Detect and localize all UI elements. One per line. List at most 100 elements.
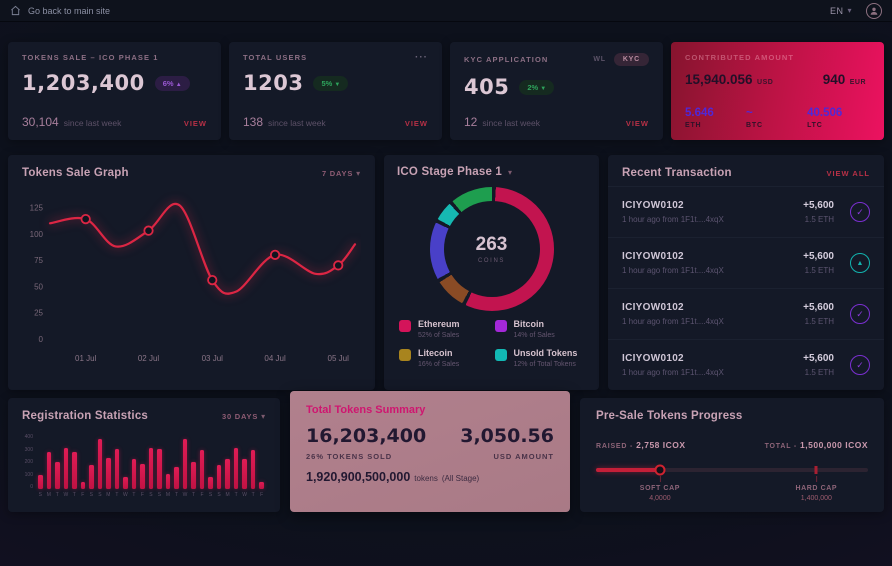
legend-swatch [495, 320, 507, 332]
progress-slider-handle[interactable] [654, 465, 665, 476]
user-icon [869, 6, 879, 16]
bar-slot: S [206, 430, 215, 498]
delta-value: 12 [464, 115, 477, 129]
bar-day-label: F [141, 492, 144, 498]
panel-title: Total Tokens Summary [306, 404, 554, 416]
chevron-down-icon[interactable]: ▾ [508, 168, 512, 177]
bar-slot: T [232, 430, 241, 498]
svg-text:75: 75 [34, 256, 43, 265]
bar-day-label: T [132, 492, 135, 498]
coin-unit: BTC [746, 122, 807, 129]
range-dropdown[interactable]: 7 DAYS ▾ [322, 169, 361, 178]
bar [89, 465, 94, 489]
card-title: TOKENS SALE – ICO PHASE 1 [22, 53, 159, 62]
legend-desc: 16% of Sales [418, 361, 459, 368]
wl-toggle[interactable]: WL [593, 56, 605, 63]
bottom-row: Registration Statistics 30 DAYS ▾ 010020… [8, 398, 884, 512]
transaction-row[interactable]: ICIYOW0102 1 hour ago from 1F1t....4xqX … [608, 186, 884, 237]
bar-slot: T [113, 430, 122, 498]
usd-unit: USD [757, 79, 773, 86]
soft-cap-label: SOFT CAP [640, 485, 680, 492]
total-value: 1,500,000 ICOX [800, 440, 868, 450]
bar-day-label: T [235, 492, 238, 498]
tokens-sale-value: 1,203,400 [22, 71, 145, 95]
coin-value: 5.646 [685, 107, 746, 119]
view-button[interactable]: VIEW [405, 119, 428, 128]
bar [234, 448, 239, 489]
soft-cap-stem [659, 476, 660, 482]
transaction-eth-amount: 1.5 ETH [803, 266, 834, 275]
bar-axis-tick: 300 [25, 447, 33, 453]
coin-amounts-row: 5.646ETH~BTC40.506LTC [685, 107, 870, 129]
check-circle-icon: ✓ [850, 202, 870, 222]
total-users-card: TOTAL USERS ··· 1203 5% ▼ 138 since last… [229, 42, 442, 140]
coin-amount: 5.646ETH [685, 107, 746, 129]
tokens-sold-value: 16,203,400 [306, 425, 426, 447]
bar [166, 474, 171, 489]
panel-title: ICO Stage Phase 1 [397, 166, 502, 178]
view-all-button[interactable]: VIEW ALL [826, 169, 870, 178]
chevron-down-icon: ▾ [847, 6, 852, 15]
tokens-sale-graph-panel: Tokens Sale Graph 7 DAYS ▾ 0255075100125… [8, 155, 375, 390]
transaction-row[interactable]: ICIYOW0102 1 hour ago from 1F1t....4xqX … [608, 288, 884, 339]
legend-desc: 14% of Sales [514, 332, 555, 339]
total-tokens-value: 1,920,900,500,000 [306, 470, 410, 484]
transaction-eth-amount: 1.5 ETH [803, 215, 834, 224]
delta-value: 138 [243, 115, 263, 129]
bar-day-label: M [166, 492, 170, 498]
tokens-sold-label: 26% TOKENS SOLD [306, 452, 426, 461]
svg-text:05 Jul: 05 Jul [328, 354, 350, 363]
card-title: TOTAL USERS [243, 53, 307, 62]
bar-slot: T [189, 430, 198, 498]
back-to-main-site-link[interactable]: Go back to main site [10, 5, 110, 16]
bar [115, 449, 120, 489]
bar-slot: S [87, 430, 96, 498]
bar-day-label: T [175, 492, 178, 498]
view-button[interactable]: VIEW [184, 119, 207, 128]
progress-fill [596, 468, 660, 472]
bar-slot: W [181, 430, 190, 498]
kyc-toggle[interactable]: KYC [614, 53, 649, 66]
bar-day-label: S [217, 492, 220, 498]
hard-cap-marker [815, 466, 818, 474]
bar [55, 462, 60, 490]
range-dropdown[interactable]: 30 DAYS ▾ [222, 412, 266, 421]
user-avatar[interactable] [866, 3, 882, 19]
transaction-row[interactable]: ICIYOW0102 1 hour ago from 1F1t....4xqX … [608, 339, 884, 390]
total-tokens-summary-panel: Total Tokens Summary 16,203,400 26% TOKE… [290, 391, 570, 512]
total-tokens-note: (All Stage) [442, 474, 479, 483]
bar-day-label: M [226, 492, 230, 498]
bar [225, 459, 230, 489]
bar [38, 475, 43, 489]
delta-label: since last week [268, 118, 326, 128]
home-icon [10, 5, 21, 16]
bar-slot: W [62, 430, 71, 498]
bar-day-label: W [183, 492, 188, 498]
total-users-value: 1203 [243, 71, 303, 95]
presale-progress-panel: Pre-Sale Tokens Progress RAISED -2,758 I… [580, 398, 884, 512]
legend-name: Litecoin [418, 348, 459, 358]
ico-stage-donut-chart: 263 COINS [430, 187, 554, 311]
language-selector[interactable]: EN ▾ [830, 6, 852, 16]
bar-day-label: T [73, 492, 76, 498]
bar [47, 452, 52, 490]
more-menu-icon[interactable]: ··· [415, 55, 428, 61]
usd-amount-label: USD AMOUNT [460, 452, 554, 461]
delta-label: since last week [482, 118, 540, 128]
line-chart-svg: 025507510012501 Jul02 Jul03 Jul04 Jul05 … [22, 183, 361, 369]
bar [106, 458, 111, 489]
contributed-amount-card: CONTRIBUTED AMOUNT 15,940.056 USD 940 EU… [671, 42, 884, 140]
transaction-row[interactable]: ICIYOW0102 1 hour ago from 1F1t....4xqX … [608, 237, 884, 288]
bar [157, 449, 162, 489]
legend-item: Ethereum 52% of Sales [399, 319, 489, 339]
svg-text:100: 100 [30, 230, 44, 239]
view-button[interactable]: VIEW [626, 119, 649, 128]
transaction-eth-amount: 1.5 ETH [803, 317, 834, 326]
bar-day-label: M [106, 492, 110, 498]
bar-chart-bars: SMTWTFSSMTWTFSSMTWTFSSMTWTF [36, 430, 266, 498]
dashboard: TOKENS SALE – ICO PHASE 1 1,203,400 6% ▲… [8, 42, 884, 512]
bar [149, 448, 154, 489]
bar-slot: S [96, 430, 105, 498]
bar-slot: M [223, 430, 232, 498]
legend-swatch [495, 349, 507, 361]
